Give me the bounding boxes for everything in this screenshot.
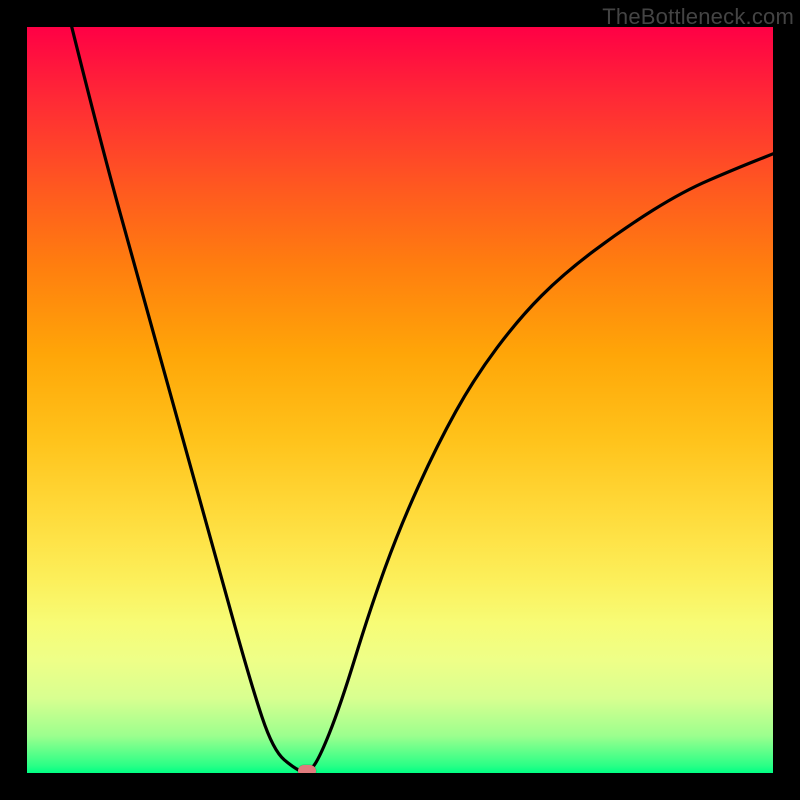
- plot-area: [27, 27, 773, 773]
- curve-svg: [27, 27, 773, 773]
- optimal-point-marker: [298, 765, 316, 773]
- watermark-text: TheBottleneck.com: [602, 4, 794, 30]
- bottleneck-curve: [72, 27, 773, 772]
- chart-frame: TheBottleneck.com: [0, 0, 800, 800]
